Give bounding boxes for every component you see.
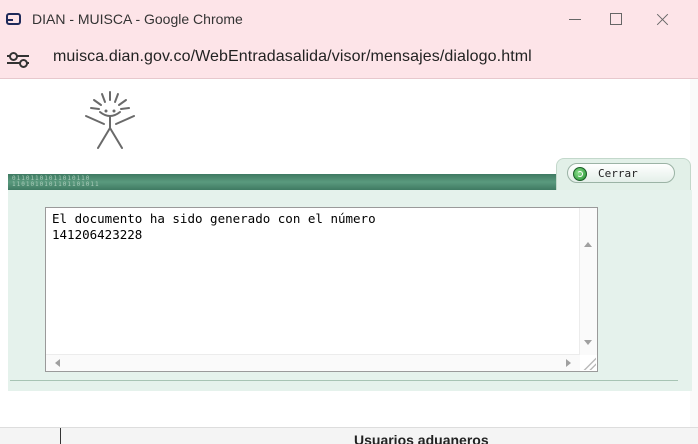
close-window-button[interactable] [642,6,682,32]
scroll-left-icon[interactable] [55,359,60,367]
minimize-button[interactable] [555,6,595,32]
window-titlebar: DIAN - MUISCA - Google Chrome [0,0,698,38]
cerrar-label: Cerrar [598,167,638,180]
cerrar-icon [573,167,587,181]
cerrar-button[interactable]: Cerrar [567,163,675,183]
vertical-scrollbar[interactable] [579,208,597,355]
band-binary-pattern: 01101101011010110 1101010101101101011 [12,175,100,188]
window-title: DIAN - MUISCA - Google Chrome [32,11,243,27]
background-divider [60,428,61,444]
url-text[interactable]: muisca.dian.gov.co/WebEntradasalida/viso… [53,48,532,66]
muisca-logo-icon [85,91,135,149]
scroll-down-icon[interactable] [584,340,592,345]
horizontal-scrollbar[interactable] [46,354,580,371]
background-page-strip: Usuarios aduaneros [0,427,698,444]
message-textarea[interactable]: El documento ha sido generado con el núm… [45,207,598,372]
maximize-button[interactable] [596,6,636,32]
site-settings-icon[interactable] [7,52,29,68]
background-section-title: Usuarios aduaneros [354,432,489,444]
app-window-icon [6,13,21,25]
scroll-right-icon[interactable] [566,359,571,367]
dialog-header-band: 01101101011010110 1101010101101101011 [8,174,561,190]
message-text: El documento ha sido generado con el núm… [52,211,376,242]
resize-grip-icon[interactable] [582,356,596,370]
scroll-up-icon[interactable] [584,242,592,247]
panel-divider [10,380,678,381]
